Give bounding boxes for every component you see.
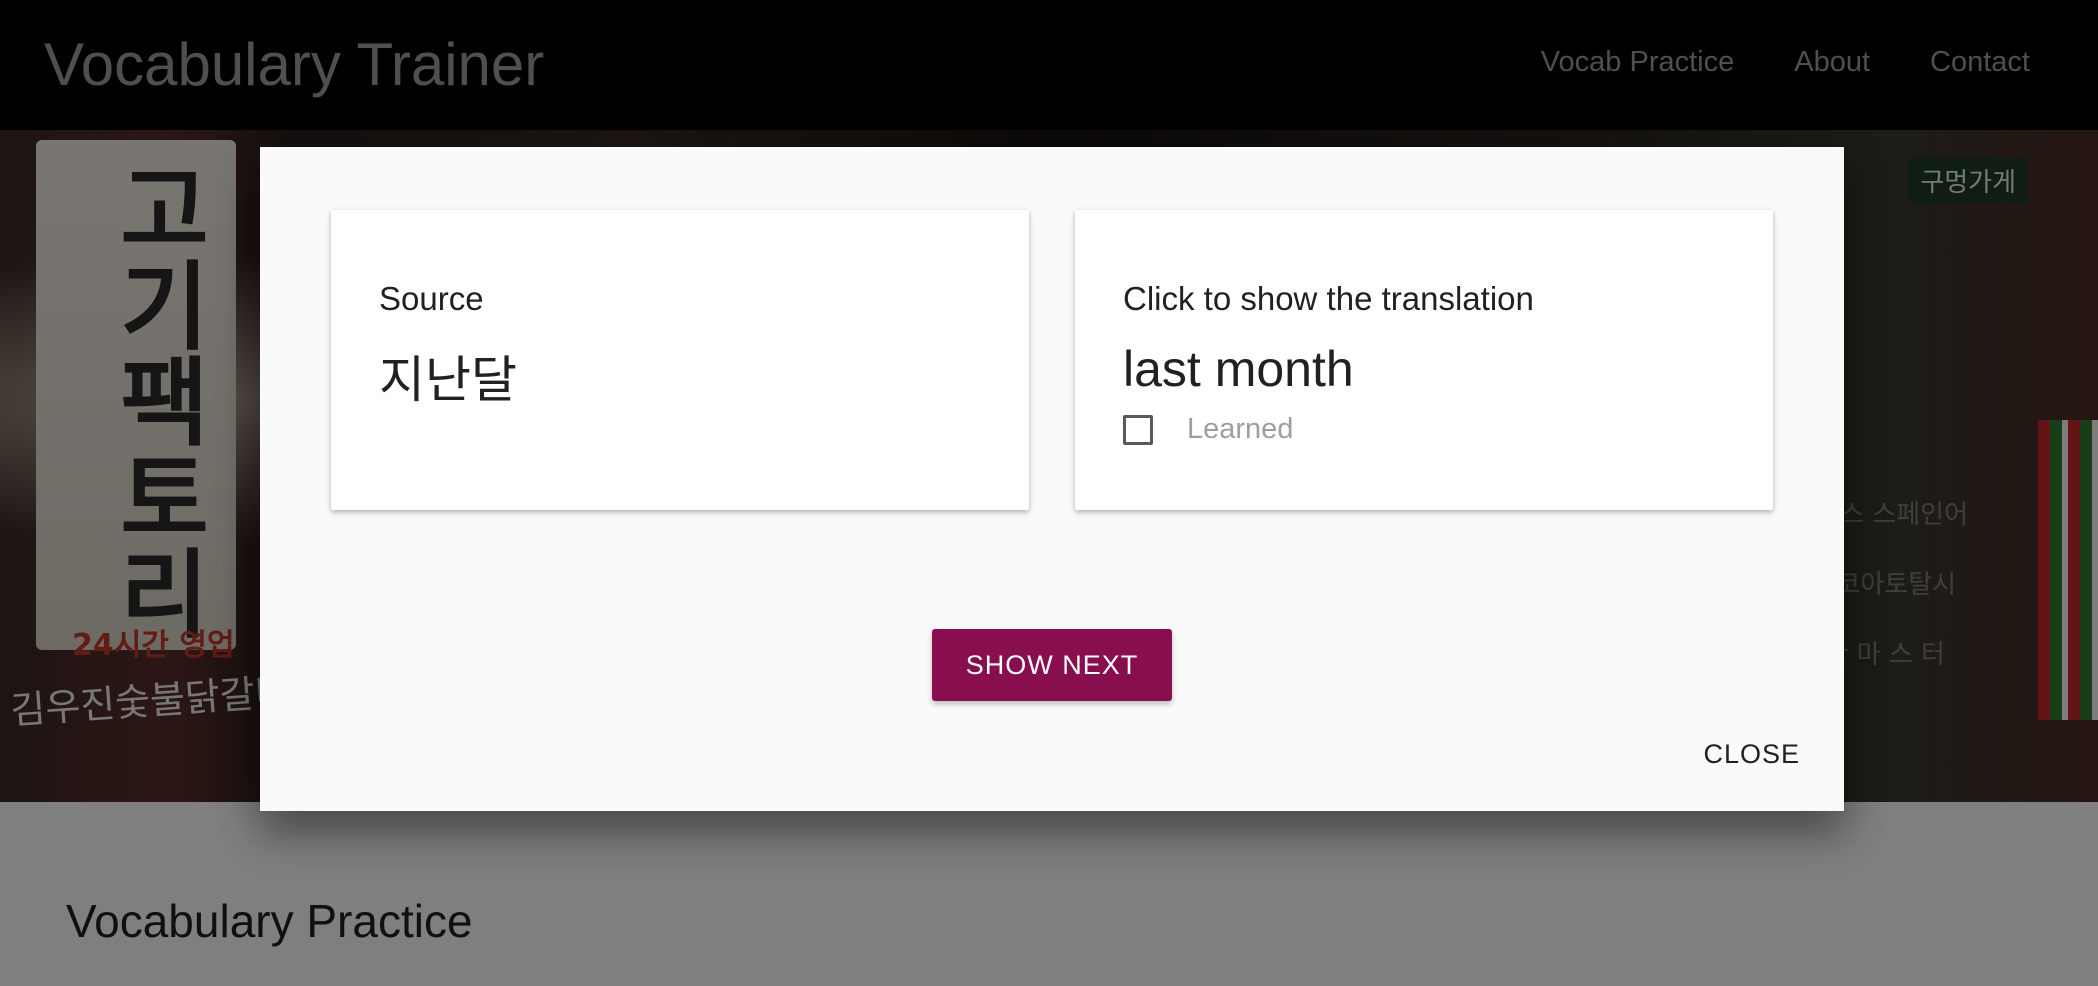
learned-checkbox[interactable] xyxy=(1123,414,1153,445)
vocab-modal: Source 지난달 Click to show the translation… xyxy=(260,147,1844,811)
learned-checkbox-label: Learned xyxy=(1187,413,1294,445)
source-card: Source 지난달 xyxy=(331,210,1029,510)
source-card-label: Source xyxy=(379,280,484,317)
translation-card-label: Click to show the translation xyxy=(1123,280,1534,317)
source-word: 지난달 xyxy=(379,351,517,409)
page: Vocabulary Trainer Vocab Practice About … xyxy=(0,0,2098,986)
learned-checkbox-row[interactable]: Learned xyxy=(1123,413,1293,446)
translation-word: last month xyxy=(1123,341,1354,397)
translation-card[interactable]: Click to show the translation last month… xyxy=(1075,210,1773,510)
close-button[interactable]: Close xyxy=(1703,739,1800,770)
show-next-button[interactable]: Show next xyxy=(932,629,1172,701)
